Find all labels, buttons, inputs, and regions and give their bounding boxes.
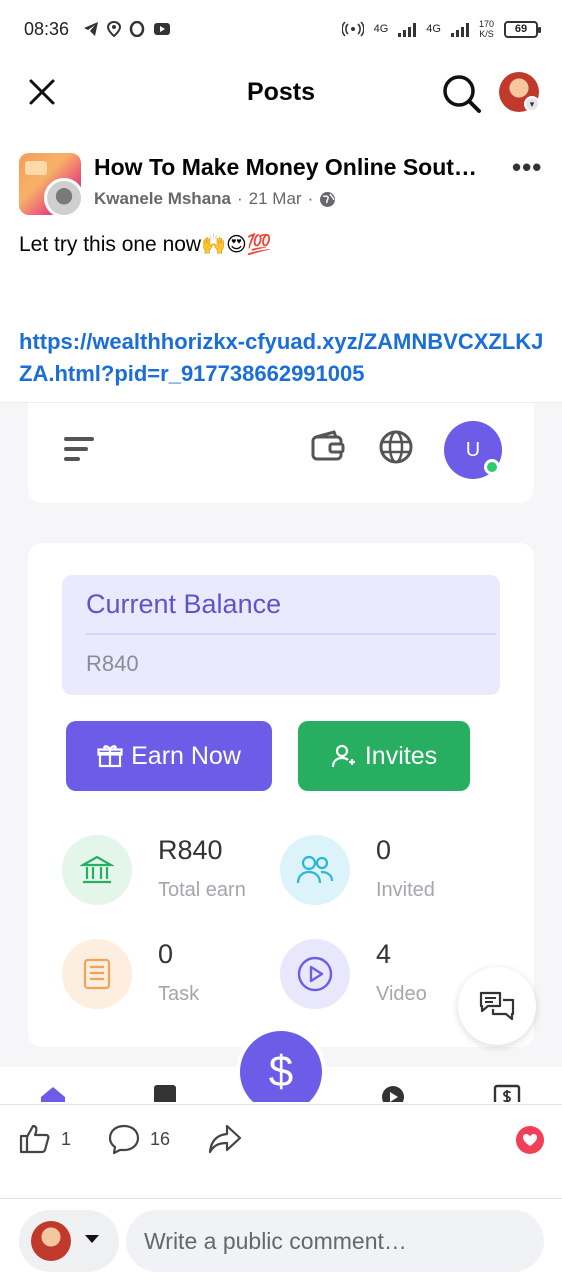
comment-input[interactable]: Write a public comment…	[126, 1210, 544, 1272]
status-notification-icons	[83, 21, 171, 37]
post-actions-bar: 1 16	[0, 1104, 562, 1174]
total-earn-value: R840	[158, 835, 223, 865]
share-button[interactable]	[208, 1123, 242, 1155]
network-label-1: 4G	[373, 23, 389, 35]
balance-box: Current Balance R840	[62, 575, 500, 695]
invites-button: Invites	[298, 721, 470, 791]
status-bar: 08:36 4G 4G 170 K/S 69	[0, 0, 562, 58]
chat-icon	[479, 991, 515, 1021]
message-icon	[154, 1085, 176, 1102]
invites-label: Invites	[364, 741, 438, 770]
like-count: 1	[61, 1128, 72, 1149]
invited-label: Invited	[376, 879, 435, 901]
play-circle-icon	[280, 939, 350, 1009]
task-label: Task	[158, 983, 200, 1005]
earn-now-label: Earn Now	[131, 741, 241, 770]
balance-divider	[86, 633, 496, 635]
user-plus-icon	[331, 744, 355, 768]
location-icon	[107, 21, 122, 37]
comment-count: 16	[150, 1128, 171, 1149]
top-app-bar: Posts ▾	[0, 58, 562, 126]
task-value: 0	[158, 939, 174, 969]
invited-value: 0	[376, 835, 392, 865]
menu-icon	[64, 437, 94, 467]
wallet-icon	[311, 430, 345, 461]
meta-separator-2: ·	[307, 189, 314, 208]
group-name[interactable]: How To Make Money Online Sout…	[94, 154, 494, 181]
earn-now-button: Earn Now	[66, 721, 272, 791]
balance-label: Current Balance	[86, 589, 282, 619]
opera-icon	[129, 21, 145, 37]
video-label: Video	[376, 983, 427, 1005]
status-time: 08:36	[24, 18, 70, 39]
more-icon[interactable]: •••	[512, 152, 542, 183]
comment-button[interactable]: 16	[108, 1123, 170, 1155]
comment-composer: Write a public comment…	[0, 1200, 562, 1280]
users-icon	[280, 835, 350, 905]
post-link[interactable]: https://wealthhorizkx-cfyuad.xyz/ZAMNBVC…	[19, 326, 554, 390]
post-text-body: Let try this one now	[19, 233, 202, 256]
task-list-icon	[62, 939, 132, 1009]
hotspot-icon	[341, 21, 364, 37]
composer-avatar	[31, 1221, 71, 1261]
gift-icon	[97, 745, 123, 768]
close-icon	[29, 79, 55, 105]
total-earn-label: Total earn	[158, 879, 246, 901]
love-reaction-button[interactable]	[516, 1126, 544, 1154]
battery-icon: 69	[504, 20, 541, 38]
battery-level: 69	[514, 23, 528, 35]
composer-divider	[0, 1198, 562, 1199]
video-nav-icon	[382, 1086, 404, 1102]
caret-down-icon	[85, 1235, 99, 1243]
shared-app-header: U	[28, 403, 534, 503]
search-button[interactable]	[440, 72, 482, 114]
bank-icon	[62, 835, 132, 905]
balance-value: R840	[86, 651, 139, 676]
globe-icon	[320, 191, 336, 207]
post-image[interactable]: U Current Balance R840 Earn Now Invites …	[0, 402, 562, 1102]
speed-unit: K/S	[479, 29, 494, 39]
identity-switcher[interactable]	[19, 1210, 119, 1272]
share-icon	[208, 1124, 242, 1154]
chevron-down-icon[interactable]: ▾	[524, 96, 540, 112]
like-button[interactable]: 1	[19, 1123, 71, 1155]
network-label-2: 4G	[426, 23, 441, 35]
dollar-doc-icon	[493, 1084, 521, 1102]
video-value: 4	[376, 939, 392, 969]
home-icon	[41, 1087, 65, 1102]
signal-icon	[398, 21, 417, 37]
post-date[interactable]: 21 Mar	[249, 189, 302, 209]
love-icon	[523, 1134, 537, 1146]
post-meta: Kwanele Mshana · 21 Mar ·	[94, 189, 336, 209]
post-text: Let try this one now🙌😍💯	[19, 232, 272, 257]
language-globe-icon	[379, 430, 413, 464]
meta-separator: ·	[237, 189, 243, 208]
author-avatar[interactable]	[44, 178, 84, 218]
author-name[interactable]: Kwanele Mshana	[94, 189, 231, 209]
like-icon	[19, 1124, 50, 1154]
search-icon	[443, 75, 481, 113]
comment-icon	[108, 1124, 140, 1155]
online-status-dot	[484, 459, 500, 475]
balance-card: Current Balance R840 Earn Now Invites R8…	[28, 543, 534, 1047]
signal-icon-2	[450, 21, 469, 37]
network-speed: 170 K/S	[479, 19, 494, 39]
close-button[interactable]	[22, 72, 62, 112]
post-emoji: 🙌😍💯	[201, 234, 272, 256]
speed-value: 170	[478, 19, 494, 29]
chat-support-button	[458, 967, 536, 1045]
youtube-icon	[154, 23, 171, 35]
telegram-icon	[84, 22, 99, 36]
